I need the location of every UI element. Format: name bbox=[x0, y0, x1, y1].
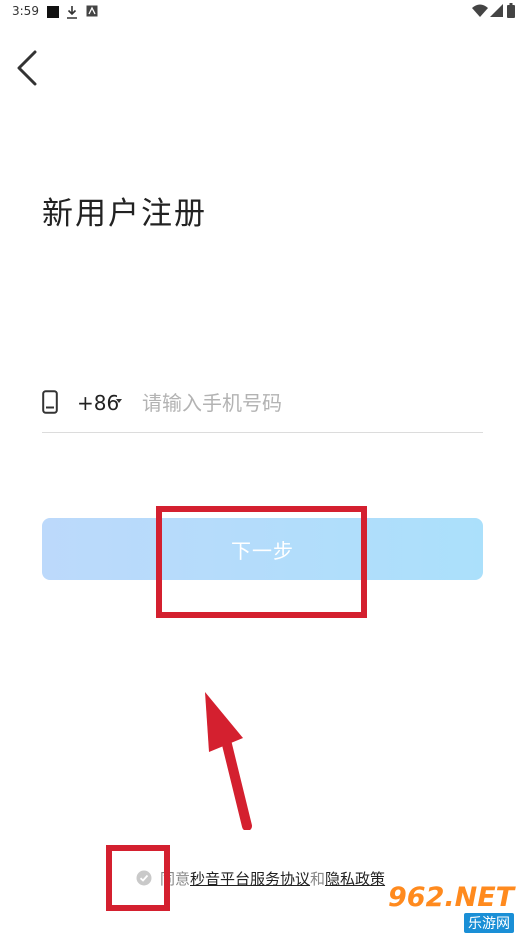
site-watermark: 962.NET 乐游网 bbox=[388, 882, 523, 933]
download-icon bbox=[67, 6, 77, 19]
highlight-box-checkbox bbox=[106, 845, 170, 911]
back-button[interactable] bbox=[14, 50, 44, 86]
watermark-subtitle: 乐游网 bbox=[464, 913, 514, 933]
wifi-icon bbox=[472, 4, 488, 17]
service-agreement-link[interactable]: 秒音平台服务协议 bbox=[190, 870, 310, 888]
signal-icon bbox=[490, 4, 503, 17]
chevron-left-icon bbox=[17, 50, 37, 86]
privacy-policy-link[interactable]: 隐私政策 bbox=[325, 870, 385, 888]
pointer-arrow-icon bbox=[205, 692, 252, 830]
phone-input-row: +86 bbox=[42, 380, 483, 433]
status-time: 3:59 bbox=[12, 4, 39, 18]
mobile-phone-icon bbox=[42, 390, 58, 414]
battery-icon bbox=[507, 3, 515, 18]
app-notification-icon bbox=[86, 5, 98, 17]
page-title: 新用户注册 bbox=[42, 196, 207, 232]
watermark-logo: 962.NET bbox=[388, 882, 515, 913]
status-bar: 3:59 bbox=[0, 0, 525, 24]
country-code: +86 bbox=[77, 391, 120, 415]
agreement-joiner: 和 bbox=[310, 870, 326, 888]
notification-square-icon bbox=[47, 6, 59, 18]
dropdown-arrow-icon bbox=[116, 399, 122, 403]
highlight-box-next-button bbox=[156, 506, 367, 618]
phone-number-input[interactable] bbox=[142, 386, 472, 420]
